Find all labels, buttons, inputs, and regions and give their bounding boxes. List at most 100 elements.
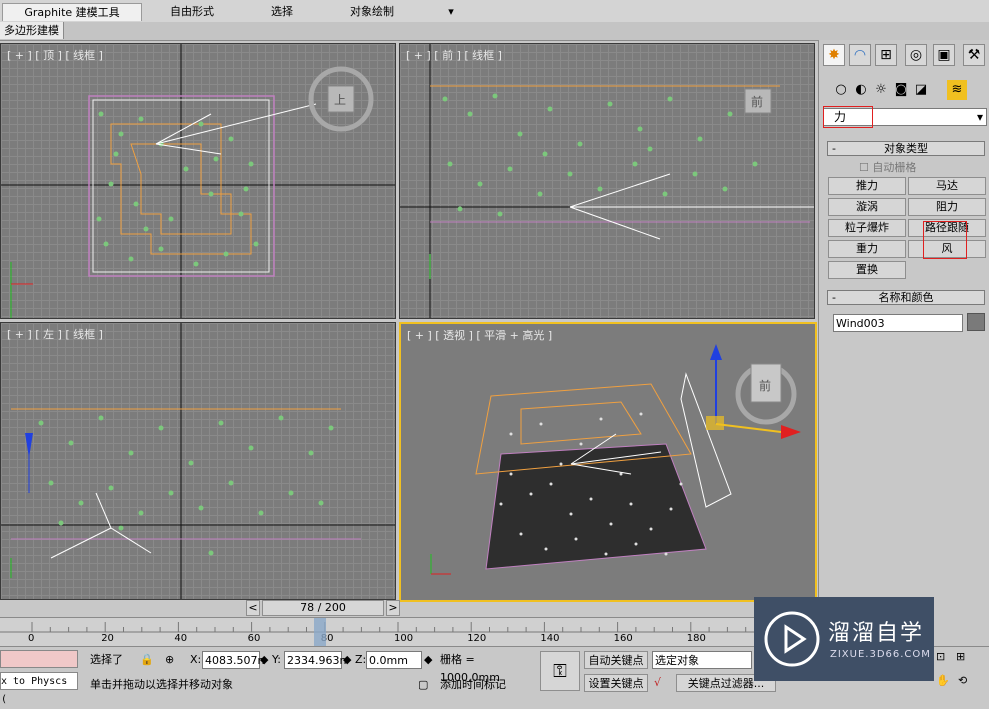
particle-cluster xyxy=(38,415,334,556)
watermark-url: ZIXUE.3D66.COM xyxy=(830,649,931,660)
viewport-perspective[interactable]: 前 [ + ] [ 透视 ] [ 平滑 + 高光 ] xyxy=(399,322,817,602)
orbit-icon[interactable]: ⟲ xyxy=(958,674,974,690)
perspective-view-scene: 前 xyxy=(430,344,801,575)
selection-set-dropdown[interactable]: 选定对象 xyxy=(652,651,752,669)
track-bar[interactable]: 0 20 40 60 80 100 120 140 160 180 xyxy=(0,617,760,646)
rollout-object-type[interactable]: - 对象类型 xyxy=(827,141,985,156)
push-button[interactable]: 推力 xyxy=(828,177,906,195)
autogrid-label: 自动栅格 xyxy=(872,161,917,174)
time-slider-thumb[interactable]: 78 / 200 xyxy=(262,600,384,616)
ribbon-options-dropdown[interactable]: ▾ xyxy=(436,3,466,20)
object-color-swatch[interactable] xyxy=(967,313,985,331)
set-key-button[interactable]: 设置关键点 xyxy=(584,674,648,692)
viewport-label-top[interactable]: [ + ] [ 顶 ] [ 线框 ] xyxy=(7,47,103,63)
displace-button[interactable]: 置换 xyxy=(828,261,906,279)
maxscript-output[interactable]: x to Physcs ( xyxy=(0,672,78,705)
viewcube-top-face[interactable]: 上 xyxy=(334,93,346,107)
x-label: X: xyxy=(190,653,202,666)
prev-frame-button[interactable]: < xyxy=(246,600,260,616)
auto-key-button[interactable]: 自动关键点 xyxy=(584,651,648,669)
prompt-line: 单击并拖动以选择并移动对象 xyxy=(90,678,233,691)
tab-freeform[interactable]: 自由形式 xyxy=(150,3,234,20)
pbomb-button[interactable]: 粒子爆炸 xyxy=(828,219,906,237)
spacewarps-icon[interactable]: ≋ xyxy=(947,80,967,100)
viewport-label-front[interactable]: [ + ] [ 前 ] [ 线框 ] xyxy=(406,47,502,63)
tick-label: 180 xyxy=(686,633,706,644)
absolute-mode-icon[interactable]: ⊕ xyxy=(165,651,183,669)
tick-label: 60 xyxy=(247,633,261,644)
viewport-top[interactable]: 上 [ + ] [ 顶 ] [ 线框 ] xyxy=(0,43,396,319)
grid-size-readout: 栅格 = 1000.0mm xyxy=(440,653,500,684)
current-frame-marker[interactable] xyxy=(314,618,326,646)
autogrid-checkbox[interactable]: ☐ 自动栅格 xyxy=(859,159,916,175)
gravity-button[interactable]: 重力 xyxy=(828,240,906,258)
vortex-button[interactable]: 漩涡 xyxy=(828,198,906,216)
modify-icon: ◠ xyxy=(853,47,867,63)
ribbon-panel-strip xyxy=(0,22,989,41)
zoom-all-icon[interactable]: ⊞ xyxy=(956,650,972,666)
z-label: Z: xyxy=(355,653,367,666)
tick-label: 0 xyxy=(28,633,35,644)
highlight-box xyxy=(923,221,967,259)
chevron-down-icon: ▾ xyxy=(448,5,454,18)
left-view-scene xyxy=(1,323,395,599)
motion-icon: ◎ xyxy=(909,47,923,63)
display-icon: ▣ xyxy=(937,47,951,63)
tick-label: 100 xyxy=(394,633,414,644)
modify-tab[interactable]: ◠ xyxy=(849,44,871,66)
x-coordinate-field[interactable]: 4083.507n xyxy=(202,651,264,669)
watermark-brand: 溜溜自学 xyxy=(828,621,925,646)
lock-icon[interactable]: 🔒 xyxy=(140,651,156,669)
helpers-icon[interactable]: ◪ xyxy=(911,80,931,100)
tick-label: 20 xyxy=(101,633,114,644)
rollout-name-color-title: 名称和颜色 xyxy=(878,291,934,304)
rollout-name-color[interactable]: - 名称和颜色 xyxy=(827,290,985,305)
drag-button[interactable]: 阻力 xyxy=(908,198,986,216)
tick-label: 40 xyxy=(174,633,188,644)
particle-cluster xyxy=(442,93,763,217)
curve-icon[interactable]: √ xyxy=(654,674,674,692)
viewport-left[interactable]: [ + ] [ 左 ] [ 线框 ] xyxy=(0,322,396,600)
hierarchy-icon: ⊞ xyxy=(880,47,892,63)
spinner-icon[interactable]: ◆ xyxy=(260,651,268,669)
motion-tab[interactable]: ◎ xyxy=(905,44,927,66)
geometry-icon[interactable]: ○ xyxy=(831,80,851,100)
chevron-right-icon: > xyxy=(388,601,398,614)
shapes-icon[interactable]: ◐ xyxy=(851,80,871,100)
tab-polygon-modeling[interactable]: 多边形建模 xyxy=(0,22,64,39)
viewport-front[interactable]: 前 [ + ] [ 前 ] [ 线框 ] xyxy=(399,43,815,319)
object-name-field[interactable]: Wind003 xyxy=(833,314,963,332)
chevron-down-icon: ▾ xyxy=(976,110,983,124)
top-view-scene: 上 xyxy=(1,44,395,318)
viewcube-persp-face[interactable]: 前 xyxy=(759,378,771,393)
maxscript-mini-listener[interactable] xyxy=(0,650,78,668)
tab-object-paint[interactable]: 对象绘制 xyxy=(330,3,414,20)
viewcube-front-face[interactable]: 前 xyxy=(751,94,763,109)
spinner-icon[interactable]: ◆ xyxy=(343,651,351,669)
spinner-icon[interactable]: ◆ xyxy=(424,651,432,669)
zoom-extents-icon[interactable]: ⊡ xyxy=(936,650,952,666)
checkbox-icon: ☐ xyxy=(859,161,869,174)
time-slider[interactable]: < 78 / 200 > xyxy=(246,600,402,616)
tab-graphite-modeling[interactable]: Graphite 建模工具 xyxy=(2,3,142,21)
pan-icon[interactable]: ✋ xyxy=(936,674,952,690)
track-bar-ticks xyxy=(0,622,760,633)
command-panel: ✸ ◠ ⊞ ◎ ▣ ⚒ ○ ◐ ☼ ◙ ◪ ≋ 力 ▾ - 对象类型 ☐ 自动栅格… xyxy=(818,40,989,600)
add-time-tag-button[interactable]: 添加时间标记 xyxy=(440,676,536,694)
display-tab[interactable]: ▣ xyxy=(933,44,955,66)
cameras-icon[interactable]: ◙ xyxy=(891,80,911,100)
viewport-label-left[interactable]: [ + ] [ 左 ] [ 线框 ] xyxy=(7,326,103,342)
set-key-icon[interactable]: ⚿ xyxy=(540,651,580,691)
hierarchy-tab[interactable]: ⊞ xyxy=(875,44,897,66)
z-coordinate-field[interactable]: 0.0mm xyxy=(366,651,422,669)
motor-button[interactable]: 马达 xyxy=(908,177,986,195)
time-tag-icon[interactable]: ▢ xyxy=(418,676,434,694)
utilities-tab[interactable]: ⚒ xyxy=(963,44,985,66)
y-coordinate-field[interactable]: 2334.963n xyxy=(284,651,346,669)
create-tab[interactable]: ✸ xyxy=(823,44,845,66)
viewport-label-perspective[interactable]: [ + ] [ 透视 ] [ 平滑 + 高光 ] xyxy=(407,327,552,343)
next-frame-button[interactable]: > xyxy=(386,600,400,616)
tab-selection[interactable]: 选择 xyxy=(240,3,324,20)
lights-icon[interactable]: ☼ xyxy=(871,80,891,100)
tick-label: 160 xyxy=(613,633,633,644)
